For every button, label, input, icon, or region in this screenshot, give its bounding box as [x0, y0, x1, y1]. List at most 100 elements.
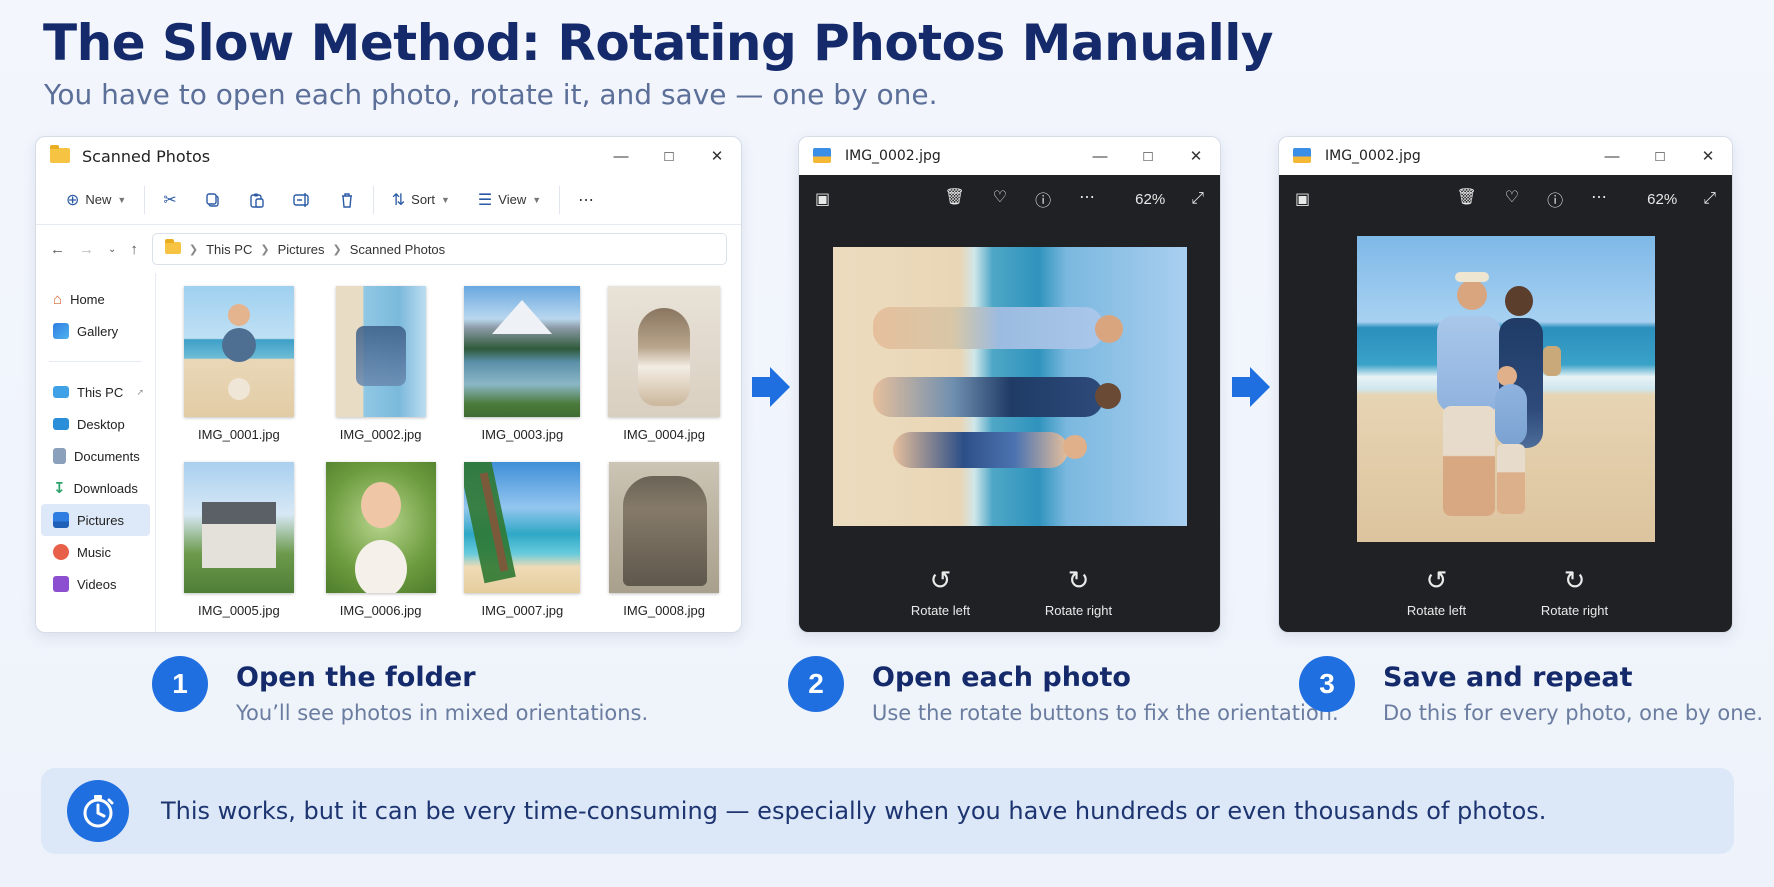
sidebar-item-downloads[interactable]: ↧ Downloads [41, 472, 150, 504]
up-arrow-icon[interactable]: ↑ [130, 241, 138, 258]
heart-icon[interactable]: ♡ [993, 187, 1007, 211]
maximize-icon[interactable]: □ [1138, 148, 1158, 165]
delete-icon[interactable]: 🗑︎ [944, 187, 964, 211]
note-text: This works, but it can be very time-cons… [161, 797, 1547, 825]
sidebar-item-home[interactable]: ⌂ Home [41, 283, 150, 315]
rotate-left-button[interactable]: ↺ Rotate left [1402, 567, 1472, 618]
fullscreen-icon[interactable]: ⤢ [1703, 190, 1716, 208]
viewer-titlebar: IMG_0002.jpg — □ ✕ [799, 137, 1220, 175]
step-number-badge: 1 [152, 656, 208, 712]
step-number-badge: 3 [1299, 656, 1355, 712]
more-icon[interactable]: ⋯ [1079, 187, 1095, 211]
breadcrumb-this-pc[interactable]: This PC [206, 242, 252, 257]
close-icon[interactable]: ✕ [707, 147, 727, 165]
desktop-icon [53, 418, 69, 430]
view-button[interactable]: ☰ View ▼ [464, 183, 555, 217]
delete-button[interactable] [325, 183, 369, 217]
heart-icon[interactable]: ♡ [1505, 187, 1519, 211]
file-item[interactable]: IMG_0007.jpg [452, 457, 594, 632]
photo-thumbnail [464, 461, 581, 593]
sidebar-item-music[interactable]: Music [41, 536, 150, 568]
file-name: IMG_0005.jpg [198, 603, 280, 618]
sort-button[interactable]: ⇅ Sort ▼ [378, 183, 464, 217]
rename-button[interactable] [279, 183, 325, 217]
chevron-down-icon: ▼ [117, 194, 127, 205]
viewer-window-title: IMG_0002.jpg [845, 148, 941, 164]
new-button[interactable]: ⊕ New ▼ [52, 183, 140, 217]
breadcrumb-pictures[interactable]: Pictures [278, 242, 325, 257]
page-subtitle: You have to open each photo, rotate it, … [44, 78, 938, 111]
music-icon [53, 544, 69, 560]
maximize-icon[interactable]: □ [659, 148, 679, 165]
page-title: The Slow Method: Rotating Photos Manuall… [43, 14, 1273, 72]
file-item[interactable]: IMG_0003.jpg [452, 281, 594, 457]
cut-button[interactable]: ✂ [149, 183, 190, 217]
rotate-left-label: Rotate left [1406, 603, 1467, 618]
sidebar-item-gallery[interactable]: Gallery [41, 315, 150, 347]
image-icon[interactable]: ▣ [815, 189, 830, 209]
rotate-left-button[interactable]: ↺ Rotate left [906, 567, 976, 618]
stopwatch-icon [67, 780, 129, 842]
zoom-level[interactable]: 62% [1647, 191, 1677, 208]
fullscreen-icon[interactable]: ⤢ [1191, 190, 1204, 208]
explorer-titlebar: Scanned Photos — □ ✕ [36, 137, 741, 175]
file-item[interactable]: IMG_0005.jpg [168, 457, 310, 632]
viewer-toolbar: ▣ 🗑︎ ♡ ⓘ ⋯ 62% ⤢ [1279, 175, 1732, 223]
minimize-icon[interactable]: — [1602, 148, 1622, 165]
file-name: IMG_0007.jpg [481, 603, 564, 618]
minimize-icon[interactable]: — [1090, 148, 1110, 165]
info-icon[interactable]: ⓘ [1035, 187, 1051, 211]
address-bar[interactable]: ❯ This PC ❯ Pictures ❯ Scanned Photos [151, 233, 727, 265]
back-arrow-icon[interactable]: ← [50, 241, 65, 258]
file-name: IMG_0001.jpg [198, 427, 280, 442]
file-item[interactable]: IMG_0008.jpg [593, 457, 735, 632]
sidebar-item-desktop[interactable]: Desktop [41, 408, 150, 440]
copy-button[interactable] [191, 183, 235, 217]
arrow-right-icon [752, 367, 790, 407]
viewer-titlebar: IMG_0002.jpg — □ ✕ [1279, 137, 1732, 175]
computer-icon [53, 386, 69, 398]
zoom-level[interactable]: 62% [1135, 191, 1165, 208]
recent-chevron-icon[interactable]: ⌄ [108, 244, 116, 255]
paste-icon [250, 193, 264, 208]
view-button-label: View [498, 192, 527, 207]
more-icon[interactable]: ⋯ [1591, 187, 1607, 211]
sidebar-item-label: Videos [77, 576, 117, 592]
viewer-toolbar: ▣ 🗑︎ ♡ ⓘ ⋯ 62% ⤢ [799, 175, 1220, 223]
step-title: Open each photo [872, 662, 1131, 693]
delete-icon[interactable]: 🗑︎ [1456, 187, 1476, 211]
more-icon: ⋯ [578, 191, 595, 209]
file-item[interactable]: IMG_0002.jpg [310, 281, 452, 457]
paste-button[interactable] [235, 183, 279, 217]
file-item[interactable]: IMG_0001.jpg [168, 281, 310, 457]
step-description: Use the rotate buttons to fix the orient… [872, 701, 1339, 725]
rotate-left-label: Rotate left [910, 603, 971, 618]
folder-icon [164, 238, 181, 257]
navigation-pane: ⌂ Home Gallery This PC ➚ Desktop Documen… [36, 273, 156, 632]
breadcrumb-chevron-icon: ❯ [332, 243, 342, 256]
sidebar-item-documents[interactable]: Documents [41, 440, 150, 472]
viewer-window-title: IMG_0002.jpg [1325, 148, 1421, 164]
minimize-icon[interactable]: — [611, 148, 631, 165]
more-options-button[interactable]: ⋯ [564, 183, 608, 217]
rotate-right-button[interactable]: ↻ Rotate right [1540, 567, 1610, 618]
file-item[interactable]: IMG_0004.jpg [593, 281, 735, 457]
view-list-icon: ☰ [477, 191, 493, 209]
close-icon[interactable]: ✕ [1186, 147, 1206, 165]
file-item[interactable]: IMG_0006.jpg [310, 457, 452, 632]
maximize-icon[interactable]: □ [1650, 148, 1670, 165]
sidebar-item-pictures[interactable]: Pictures [41, 504, 150, 536]
rotate-right-button[interactable]: ↻ Rotate right [1044, 567, 1114, 618]
forward-arrow-icon[interactable]: → [79, 241, 94, 258]
image-icon[interactable]: ▣ [1295, 189, 1310, 209]
photos-app-icon [813, 148, 833, 164]
file-explorer-window: Scanned Photos — □ ✕ ⊕ New ▼ ✂ ⇅ Sort ▼ … [35, 136, 742, 633]
close-icon[interactable]: ✕ [1698, 147, 1718, 165]
rotate-left-icon: ↺ [1425, 565, 1448, 595]
sidebar-item-label: Downloads [73, 480, 138, 496]
info-icon[interactable]: ⓘ [1547, 187, 1563, 211]
rotate-right-icon: ↻ [1067, 565, 1090, 595]
breadcrumb-scanned-photos[interactable]: Scanned Photos [350, 242, 445, 257]
sidebar-item-this-pc[interactable]: This PC ➚ [41, 376, 150, 408]
sidebar-item-videos[interactable]: Videos [41, 568, 150, 600]
